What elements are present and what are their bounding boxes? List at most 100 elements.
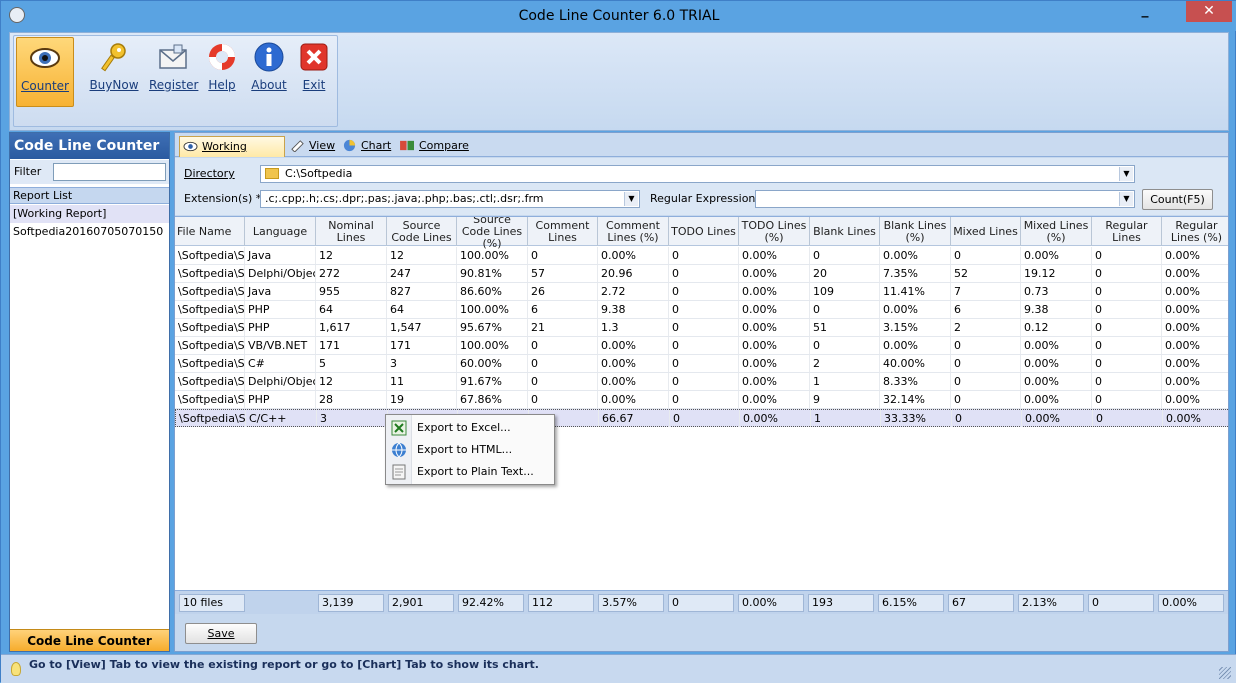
close-button[interactable]: ✕ bbox=[1186, 1, 1232, 22]
chevron-down-icon[interactable]: ▼ bbox=[624, 192, 638, 206]
column-header[interactable]: Comment Lines (%) bbox=[598, 217, 669, 246]
table-cell: 60.00% bbox=[457, 355, 528, 372]
column-header[interactable]: Regular Lines (%) bbox=[1162, 217, 1228, 246]
table-cell: 0.00% bbox=[880, 301, 951, 318]
count-button[interactable]: Count(F5) bbox=[1142, 189, 1213, 210]
minimize-button[interactable]: _ bbox=[1131, 1, 1159, 23]
table-cell: 0.00% bbox=[739, 355, 810, 372]
results-grid: File Name Language Nominal Lines Source Cod… bbox=[175, 216, 1228, 590]
table-cell: 0 bbox=[669, 337, 739, 354]
tab-working-report[interactable]: Working Report bbox=[179, 136, 285, 172]
folder-icon bbox=[265, 167, 279, 179]
table-cell: 0 bbox=[528, 337, 598, 354]
resize-grip[interactable] bbox=[1219, 667, 1231, 679]
chevron-down-icon[interactable]: ▼ bbox=[1119, 192, 1133, 206]
table-row[interactable]: \Softpedia\So C/C++ 3 66.67 0 0.00% 1 33.33% 0 0.… bbox=[175, 409, 1228, 427]
column-header[interactable]: Language bbox=[245, 217, 316, 246]
table-cell: 1 bbox=[811, 410, 881, 427]
table-cell: 0 bbox=[1092, 337, 1162, 354]
counter-button[interactable]: Counter bbox=[16, 37, 74, 107]
column-header[interactable]: TODO Lines bbox=[669, 217, 739, 246]
table-row[interactable]: \Softpedia\So PHP 64 64 100.00% 6 9.38 0 0.00% 0 0… bbox=[175, 301, 1228, 319]
column-header[interactable]: Blank Lines (%) bbox=[880, 217, 951, 246]
table-cell: 0 bbox=[669, 373, 739, 390]
column-header[interactable]: Comment Lines bbox=[528, 217, 598, 246]
column-header[interactable]: Mixed Lines bbox=[951, 217, 1021, 246]
menu-item-export-html[interactable]: Export to HTML... bbox=[386, 439, 554, 461]
table-cell: 0 bbox=[528, 355, 598, 372]
table-cell: 3 bbox=[387, 355, 457, 372]
eye-icon bbox=[183, 141, 198, 152]
table-row[interactable]: \Softpedia\So C# 5 3 60.00% 0 0.00% 0 0.00% 2 40.0… bbox=[175, 355, 1228, 373]
column-header[interactable]: Nominal Lines bbox=[316, 217, 387, 246]
about-button[interactable]: About bbox=[249, 37, 289, 107]
table-cell: 9.38 bbox=[1021, 301, 1092, 318]
table-cell: 0.00% bbox=[739, 283, 810, 300]
tab-view[interactable]: View bbox=[287, 136, 337, 157]
table-cell: 51 bbox=[810, 319, 880, 336]
text-file-icon bbox=[392, 464, 406, 480]
extensions-combo[interactable]: .c;.cpp;.h;.cs;.dpr;.pas;.java;.php;.bas… bbox=[260, 190, 640, 208]
table-cell: 7.35% bbox=[880, 265, 951, 282]
left-panel-footer-button[interactable]: Code Line Counter bbox=[10, 629, 169, 651]
table-row[interactable]: \Softpedia\So PHP 1,617 1,547 95.67% 21 1.3 0 0.… bbox=[175, 319, 1228, 337]
column-header[interactable]: Regular Lines bbox=[1092, 217, 1162, 246]
table-cell: 100.00% bbox=[457, 301, 528, 318]
table-cell: 0 bbox=[951, 373, 1021, 390]
table-cell: 11.41% bbox=[880, 283, 951, 300]
table-cell: 90.81% bbox=[457, 265, 528, 282]
chevron-down-icon[interactable]: ▼ bbox=[1119, 167, 1133, 181]
exit-button[interactable]: Exit bbox=[297, 37, 331, 107]
table-row[interactable]: \Softpedia\So Delphi/Object 272 247 90.81% 57… bbox=[175, 265, 1228, 283]
directory-combo[interactable]: C:\Softpedia ▼ bbox=[260, 165, 1135, 183]
table-cell: 32.14% bbox=[880, 391, 951, 408]
column-header[interactable]: Mixed Lines (%) bbox=[1021, 217, 1092, 246]
lightbulb-icon bbox=[11, 662, 21, 676]
table-cell: 26 bbox=[528, 283, 598, 300]
tab-compare[interactable]: Compare bbox=[397, 136, 469, 157]
menu-item-export-text[interactable]: Export to Plain Text... bbox=[386, 461, 554, 483]
table-row[interactable]: \Softpedia\So Java 955 827 86.60% 26 2.72 0 0.00… bbox=[175, 283, 1228, 301]
table-cell: 64 bbox=[316, 301, 387, 318]
table-cell: C/C++ bbox=[246, 410, 317, 427]
report-list-item[interactable]: Softpedia20160705070150 bbox=[10, 223, 169, 241]
column-header[interactable]: Blank Lines bbox=[810, 217, 880, 246]
table-cell: 0 bbox=[951, 391, 1021, 408]
buynow-button[interactable]: BuyNow bbox=[87, 37, 141, 107]
regex-combo[interactable]: ▼ bbox=[755, 190, 1135, 208]
table-cell: 20.96 bbox=[598, 265, 669, 282]
tab-chart[interactable]: Chart bbox=[339, 136, 393, 157]
table-cell: 0.00% bbox=[1021, 247, 1092, 264]
column-header[interactable]: Source Code Lines bbox=[387, 217, 457, 246]
table-cell: 0.00% bbox=[739, 373, 810, 390]
table-row[interactable]: \Softpedia\So VB/VB.NET 171 171 100.00% 0 0.00… bbox=[175, 337, 1228, 355]
lifebuoy-icon bbox=[209, 44, 235, 70]
column-header[interactable]: File Name bbox=[175, 217, 245, 246]
table-cell: 0.12 bbox=[1021, 319, 1092, 336]
table-cell: Delphi/Object bbox=[245, 265, 316, 282]
table-row[interactable]: \Softpedia\So Delphi/Object 12 11 91.67% 0 0.0… bbox=[175, 373, 1228, 391]
table-cell: 0.00% bbox=[1021, 391, 1092, 408]
search-form: Directory C:\Softpedia ▼ Extension(s) * … bbox=[175, 158, 1228, 215]
register-button[interactable]: Register bbox=[149, 37, 198, 107]
table-cell: 0.00% bbox=[1162, 355, 1228, 372]
table-cell: 0.00% bbox=[1162, 247, 1228, 264]
table-row[interactable]: \Softpedia\So Java 12 12 100.00% 0 0.00% 0 0.00%… bbox=[175, 247, 1228, 265]
menu-item-export-excel[interactable]: Export to Excel... bbox=[386, 417, 554, 439]
directory-label: Directory bbox=[184, 167, 235, 180]
table-cell: 0.00% bbox=[1162, 301, 1228, 318]
table-cell: 0.00% bbox=[739, 265, 810, 282]
column-header[interactable]: Source Code Lines (%) bbox=[457, 217, 528, 249]
table-cell: 0 bbox=[669, 247, 739, 264]
filter-input[interactable] bbox=[53, 163, 166, 181]
column-header[interactable]: TODO Lines (%) bbox=[739, 217, 810, 246]
table-cell: 0 bbox=[1092, 247, 1162, 264]
table-row[interactable]: \Softpedia\So PHP 28 19 67.86% 0 0.00% 0 0.00% 9 3… bbox=[175, 391, 1228, 409]
table-cell: 0 bbox=[1092, 373, 1162, 390]
table-cell: 12 bbox=[316, 373, 387, 390]
table-cell: 0.00% bbox=[1162, 373, 1228, 390]
help-button[interactable]: Help bbox=[204, 37, 240, 107]
save-button[interactable]: Save bbox=[185, 623, 257, 644]
report-list-item[interactable]: [Working Report] bbox=[10, 205, 169, 223]
table-cell: 0 bbox=[1092, 391, 1162, 408]
